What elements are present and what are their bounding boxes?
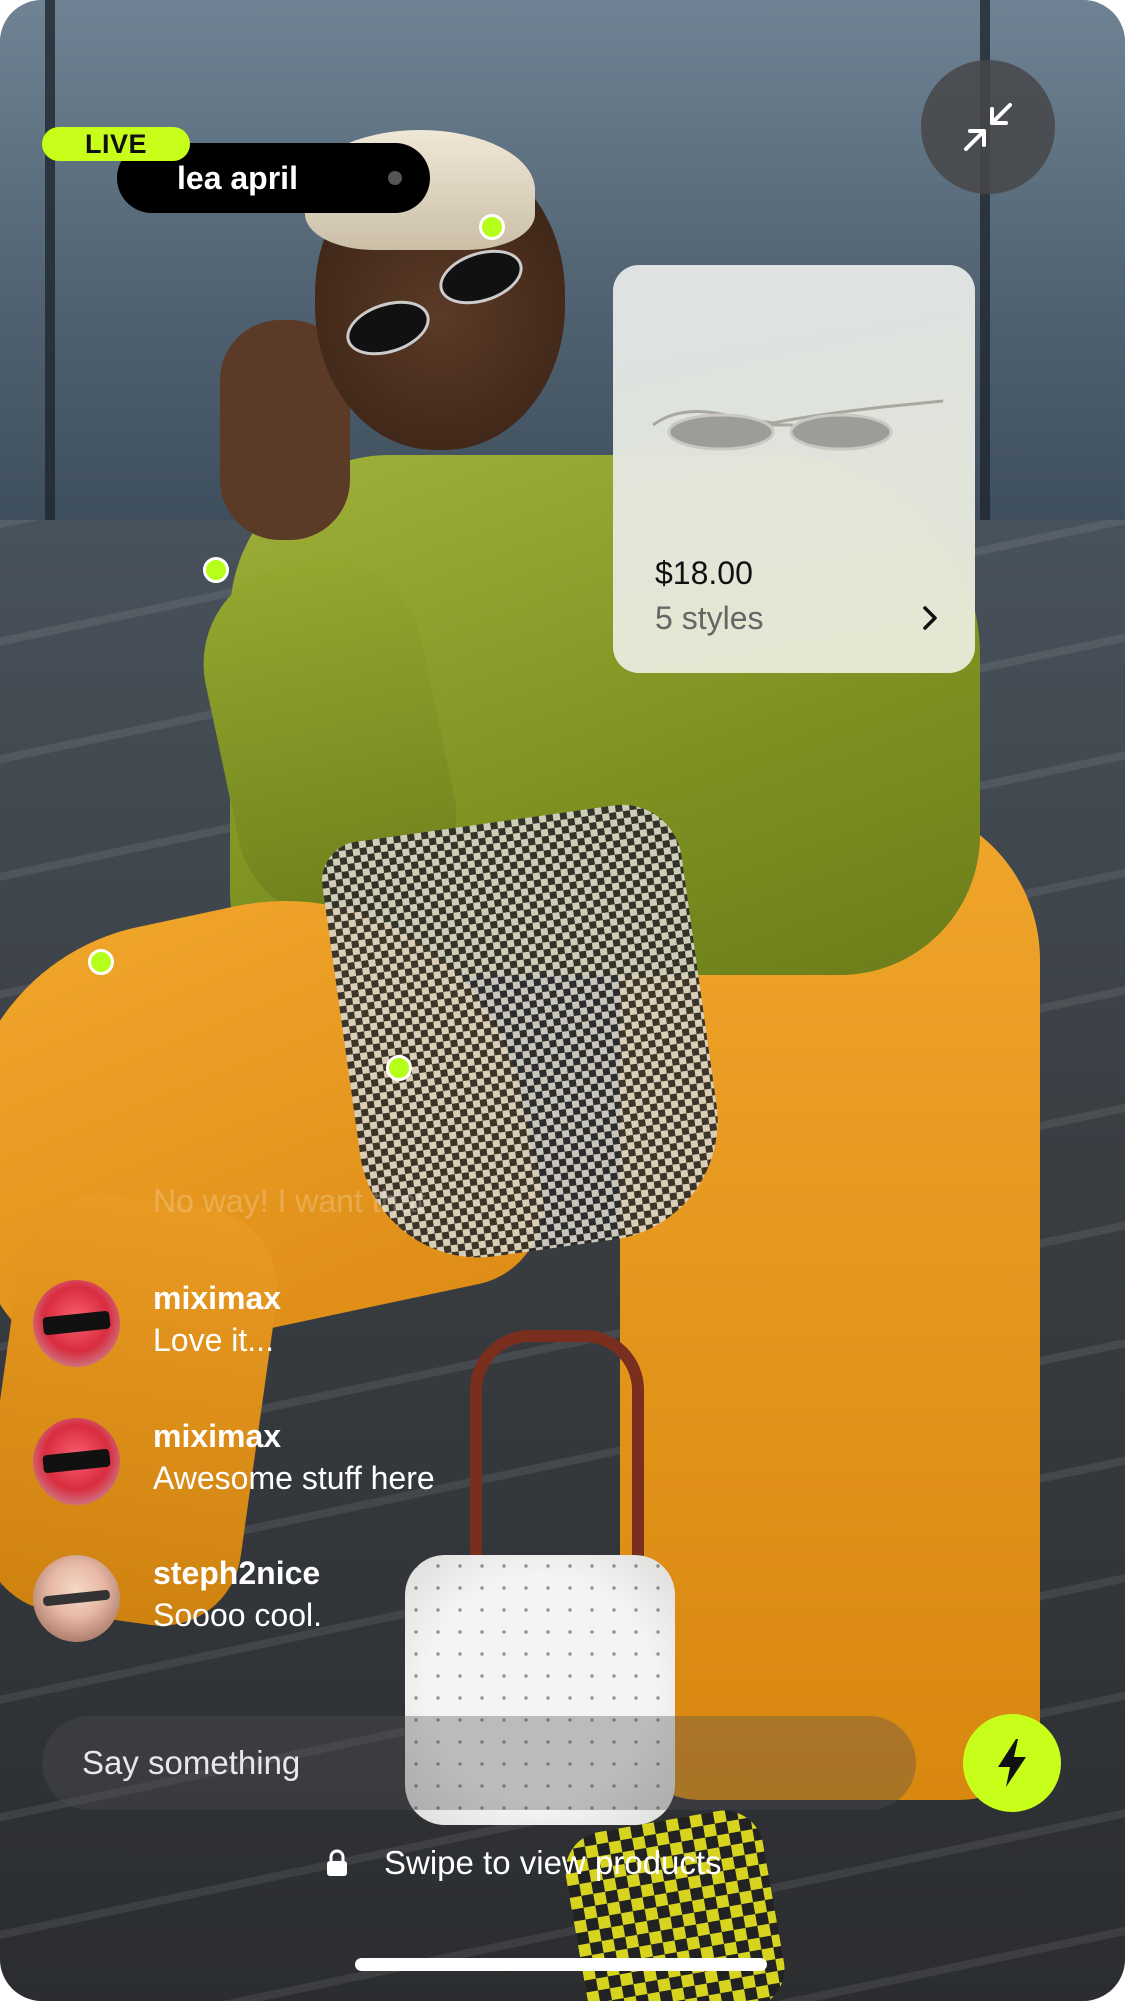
swipe-label: Swipe to view products <box>384 1844 722 1881</box>
chat-text: Awesome stuff here <box>153 1460 435 1496</box>
boost-button[interactable] <box>963 1714 1061 1812</box>
lock-icon <box>327 1849 347 1876</box>
sunglasses-product-image <box>652 399 944 451</box>
avatar[interactable] <box>33 1418 120 1505</box>
streamer-name: lea april <box>177 160 298 196</box>
photo-shoe <box>559 1804 791 2001</box>
product-hotspot-scarf[interactable] <box>386 1055 412 1081</box>
product-hotspot-sunglasses[interactable] <box>479 214 505 240</box>
chat-message: steph2nice Soooo cool. <box>0 1555 700 1655</box>
chat-faded-message: No way! I want that <box>153 1183 426 1219</box>
chat-text: Soooo cool. <box>153 1597 323 1633</box>
lightning-bolt-icon <box>998 1739 1026 1787</box>
comment-placeholder: Say something <box>82 1744 301 1781</box>
avatar[interactable] <box>33 1280 120 1367</box>
product-hotspot-pants[interactable] <box>88 949 114 975</box>
live-badge: LIVE <box>42 127 190 161</box>
product-styles-count: 5 styles <box>655 600 764 636</box>
collapse-arrows-icon <box>964 103 1012 151</box>
product-hotspot-watch[interactable] <box>203 557 229 583</box>
chat-message: miximax Love it... <box>0 1280 700 1380</box>
status-dot <box>388 171 402 185</box>
collapse-button[interactable] <box>921 60 1055 194</box>
product-card[interactable]: $18.00 5 styles <box>613 265 975 673</box>
live-stream-screen: lea april LIVE $18.00 5 styles No way! I… <box>0 0 1125 2001</box>
chat-text: Love it... <box>153 1322 274 1358</box>
chat-message: miximax Awesome stuff here <box>0 1418 700 1518</box>
chevron-right-icon[interactable] <box>915 603 945 633</box>
glass-divider <box>45 0 55 540</box>
avatar[interactable] <box>33 1555 120 1642</box>
product-price: $18.00 <box>655 555 753 591</box>
chat-username[interactable]: miximax <box>153 1418 281 1455</box>
swipe-to-view-products[interactable]: Swipe to view products <box>0 1835 1125 1891</box>
home-indicator[interactable] <box>355 1958 767 1971</box>
comment-input[interactable]: Say something <box>42 1716 916 1810</box>
chat-username[interactable]: steph2nice <box>153 1555 320 1592</box>
chat-username[interactable]: miximax <box>153 1280 281 1317</box>
